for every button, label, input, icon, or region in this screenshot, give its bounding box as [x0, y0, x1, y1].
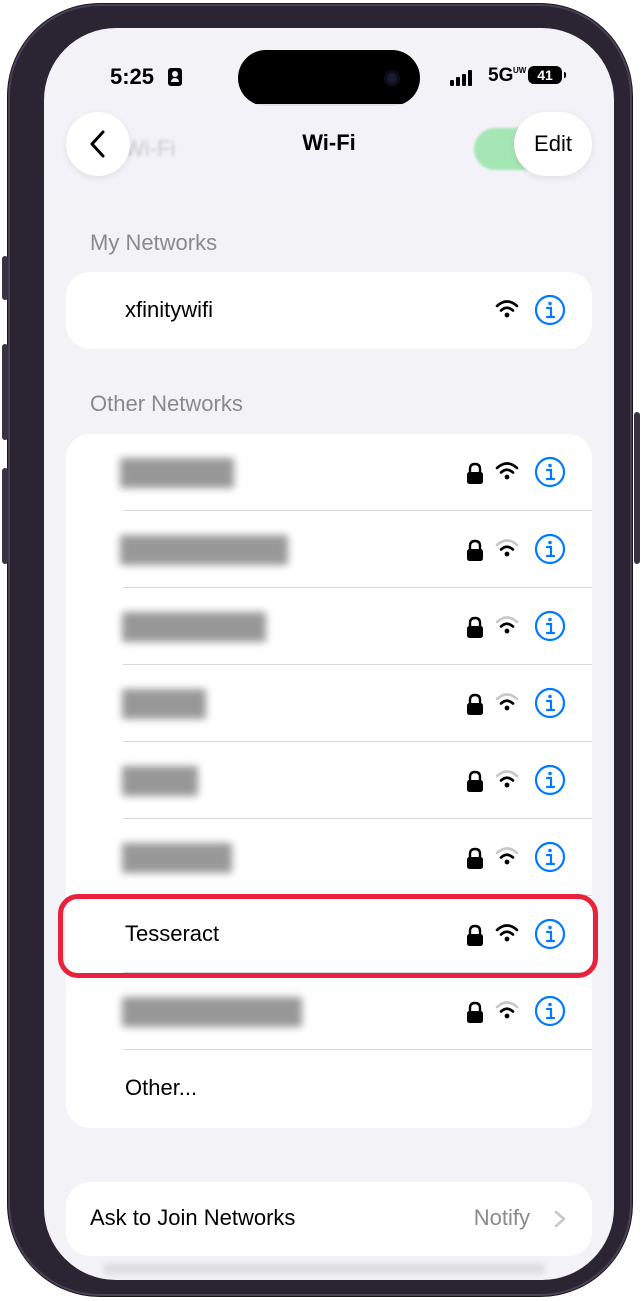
- lock-icon: [467, 770, 483, 792]
- redacted-network-name: [120, 535, 288, 565]
- wifi-icon: [495, 539, 519, 557]
- my-networks-header: My Networks: [90, 230, 218, 255]
- wifi-icon: [495, 847, 519, 865]
- edit-button[interactable]: Edit: [514, 112, 592, 176]
- lock-icon: [467, 1001, 483, 1023]
- battery-icon: 41: [528, 66, 566, 84]
- info-icon[interactable]: [534, 294, 566, 326]
- person-badge-icon: [168, 68, 182, 86]
- action-button: [2, 256, 8, 300]
- info-icon[interactable]: [534, 841, 566, 873]
- network-row[interactable]: [66, 819, 592, 896]
- wifi-icon: [495, 462, 519, 480]
- highlight-box: [58, 894, 598, 978]
- side-power-button: [634, 412, 640, 564]
- lock-icon: [467, 693, 483, 715]
- network-row[interactable]: [66, 434, 592, 511]
- network-row[interactable]: [66, 665, 592, 742]
- chevron-right-icon: [554, 1210, 566, 1228]
- battery-level: 41: [537, 67, 553, 83]
- redacted-network-name: [122, 766, 198, 796]
- info-icon[interactable]: [534, 764, 566, 796]
- network-row[interactable]: [66, 742, 592, 819]
- phone-frame: 5:25 5G UW 41 Wi-Fi Wi-Fi Edit My Networ…: [8, 4, 632, 1296]
- wifi-icon: [495, 1001, 519, 1019]
- network-name: xfinitywifi: [125, 297, 214, 322]
- cellular-signal-icon: [450, 70, 472, 86]
- network-row[interactable]: [66, 973, 592, 1050]
- network-row[interactable]: [66, 511, 592, 588]
- ask-to-join-value: Notify: [473, 1205, 530, 1230]
- dynamic-island: [238, 50, 420, 106]
- wifi-icon: [495, 616, 519, 634]
- volume-up-button: [2, 344, 8, 440]
- screen: 5:25 5G UW 41 Wi-Fi Wi-Fi Edit My Networ…: [44, 28, 614, 1280]
- ask-to-join-row[interactable]: Ask to Join Networks Notify: [66, 1182, 592, 1256]
- redacted-network-name: [122, 689, 206, 719]
- other-networks-list: Tesseract Other...: [66, 434, 592, 1128]
- info-icon[interactable]: [534, 610, 566, 642]
- redacted-network-name: [122, 843, 232, 873]
- info-icon[interactable]: [534, 533, 566, 565]
- redacted-network-name: [120, 458, 234, 488]
- redacted-network-name: [122, 997, 302, 1027]
- other-network-label: Other...: [125, 1075, 198, 1100]
- volume-down-button: [2, 468, 8, 564]
- ask-to-join-label: Ask to Join Networks: [90, 1205, 296, 1230]
- info-icon[interactable]: [534, 995, 566, 1027]
- wifi-icon: [495, 300, 519, 318]
- network-type: 5G: [488, 65, 514, 86]
- network-row-xfinitywifi[interactable]: xfinitywifi: [66, 272, 592, 349]
- network-row[interactable]: [66, 588, 592, 665]
- lock-icon: [467, 539, 483, 561]
- network-subtype: UW: [513, 66, 527, 75]
- camera-icon: [384, 70, 400, 86]
- my-networks-list: xfinitywifi: [66, 272, 592, 349]
- lock-icon: [467, 616, 483, 638]
- other-networks-header: Other Networks: [90, 391, 243, 416]
- redacted-network-name: [122, 612, 266, 642]
- footer-text-blurred: [104, 1264, 544, 1274]
- info-icon[interactable]: [534, 687, 566, 719]
- status-time: 5:25: [110, 64, 155, 89]
- other-network-row[interactable]: Other...: [66, 1050, 592, 1127]
- lock-icon: [467, 462, 483, 484]
- wifi-icon: [495, 693, 519, 711]
- wifi-icon: [495, 770, 519, 788]
- lock-icon: [467, 847, 483, 869]
- info-icon[interactable]: [534, 456, 566, 488]
